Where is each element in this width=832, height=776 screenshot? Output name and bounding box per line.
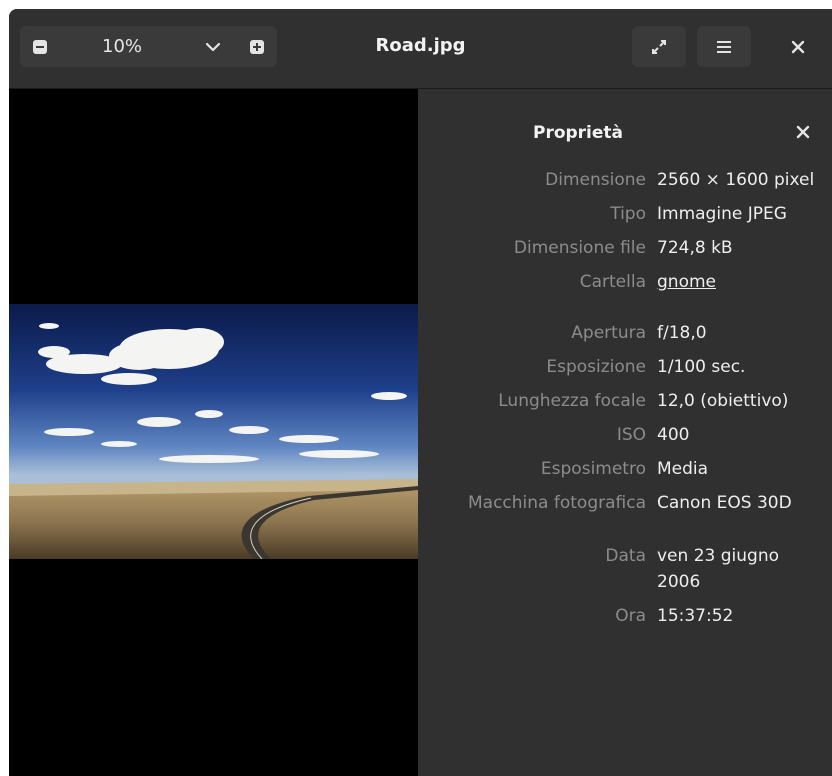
- close-icon: [796, 125, 810, 139]
- property-row-data-line2: 2006: [418, 572, 832, 598]
- properties-panel: Proprietà Dimensione 2560 × 1600 pixel T…: [418, 89, 832, 776]
- property-value: 2006: [657, 572, 701, 592]
- close-icon: [791, 40, 805, 53]
- image-canvas[interactable]: [9, 89, 418, 776]
- road-photo: [9, 304, 418, 559]
- property-row-data: Data ven 23 giugno: [418, 546, 832, 572]
- property-label: Tipo: [610, 204, 646, 224]
- property-label: Esposimetro: [540, 459, 646, 479]
- property-label: Data: [605, 546, 646, 566]
- property-row-cartella: Cartella gnome: [418, 272, 832, 298]
- property-row-esposizione: Esposizione 1/100 sec.: [418, 357, 832, 383]
- fullscreen-button[interactable]: [632, 26, 686, 67]
- property-value: ven 23 giugno: [657, 546, 779, 566]
- properties-close-button[interactable]: [788, 117, 818, 147]
- property-value: 400: [657, 425, 690, 445]
- property-label: Cartella: [579, 272, 646, 292]
- properties-title: Proprietà: [532, 123, 624, 143]
- property-label: Ora: [615, 606, 646, 626]
- property-row-iso: ISO 400: [418, 425, 832, 451]
- property-row-macchina-fotografica: Macchina fotografica Canon EOS 30D: [418, 493, 832, 519]
- property-row-dimensione-file: Dimensione file 724,8 kB: [418, 238, 832, 264]
- property-value: 12,0 (obiettivo): [657, 391, 789, 411]
- property-label: ISO: [616, 425, 646, 445]
- property-value: 1/100 sec.: [657, 357, 746, 377]
- property-label: Apertura: [571, 323, 646, 343]
- property-label: Dimensione file: [513, 238, 646, 258]
- property-value: Canon EOS 30D: [657, 493, 792, 513]
- property-value: f/18,0: [657, 323, 707, 343]
- main-menu-button[interactable]: [697, 26, 751, 67]
- property-label: Esposizione: [546, 357, 646, 377]
- property-label: Lunghezza focale: [498, 391, 646, 411]
- property-row-tipo: Tipo Immagine JPEG: [418, 204, 832, 230]
- property-row-ora: Ora 15:37:52: [418, 606, 832, 632]
- property-value: 15:37:52: [657, 606, 734, 626]
- property-value: Media: [657, 459, 709, 479]
- hamburger-menu-icon: [717, 40, 731, 53]
- property-row-lunghezza-focale: Lunghezza focale 12,0 (obiettivo): [418, 391, 832, 417]
- property-value: 724,8 kB: [657, 238, 733, 258]
- property-row-dimensione: Dimensione 2560 × 1600 pixel: [418, 170, 832, 196]
- property-label: Dimensione: [545, 170, 646, 190]
- headerbar: 10% Road.jpg: [9, 9, 832, 89]
- fullscreen-icon: [652, 39, 666, 54]
- property-row-apertura: Apertura f/18,0: [418, 323, 832, 349]
- property-label: Macchina fotografica: [468, 493, 646, 513]
- folder-link[interactable]: gnome: [657, 272, 716, 292]
- window-close-button[interactable]: [778, 26, 818, 67]
- property-value: Immagine JPEG: [657, 204, 787, 224]
- property-value: 2560 × 1600 pixel: [657, 170, 815, 190]
- image-viewer-window: 10% Road.jpg Proprietà Dimensione 2560 ×…: [9, 9, 832, 776]
- property-row-esposimetro: Esposimetro Media: [418, 459, 832, 485]
